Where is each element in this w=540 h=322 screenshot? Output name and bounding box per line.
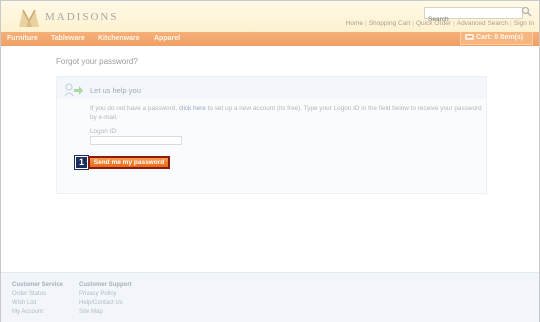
help-text-before: If you do not have a password,: [90, 105, 179, 112]
my-account-link[interactable]: My Account: [12, 308, 63, 317]
footer-heading: Customer Service: [12, 282, 64, 288]
madisons-logo-icon[interactable]: [17, 7, 45, 29]
help-text: If you do not have a password, click her…: [90, 104, 482, 122]
page-title: Forgot your password?: [56, 57, 138, 66]
logon-id-input[interactable]: [90, 136, 182, 145]
nav-item-kitchenware[interactable]: Kitchenware: [98, 35, 140, 42]
help-title: Let us help you: [90, 86, 141, 95]
help-contact-link[interactable]: Help/Contact Us: [79, 299, 132, 308]
cart-label: Cart: 0 Item(s): [476, 34, 524, 41]
cart-button[interactable]: Cart: 0 Item(s): [460, 32, 533, 45]
advanced-search-link[interactable]: Advanced Search: [457, 20, 508, 27]
create-account-link[interactable]: click here: [179, 105, 206, 112]
cart-icon: [465, 34, 474, 40]
home-link[interactable]: Home: [346, 20, 363, 27]
logon-id-label: Logon ID:: [90, 128, 118, 135]
separator: |: [453, 20, 455, 27]
user-arrow-icon: [64, 83, 83, 97]
step-badge: 1: [74, 155, 89, 170]
nav-item-apparel[interactable]: Apparel: [154, 35, 180, 42]
utility-links: Home | Shopping Cart | Quick Order | Advanced …: [346, 20, 534, 27]
footer-customer-service: Customer Service Order Status Wish List …: [12, 281, 63, 317]
separator: |: [365, 20, 367, 27]
order-status-link[interactable]: Order Status: [12, 290, 63, 299]
separator: |: [510, 20, 512, 27]
browser-page: MADISONS Home|Shopping Cart|Quick Order|…: [0, 0, 540, 322]
footer-customer-support: Customer Support Privacy Policy Help/Con…: [79, 281, 132, 317]
site-header: MADISONS Home|Shopping Cart|Quick Order|…: [1, 1, 539, 32]
help-panel-header: Let us help you: [57, 77, 486, 99]
site-map-link[interactable]: Site Map: [79, 308, 132, 317]
search-box: [424, 7, 523, 25]
site-footer: Customer Service Order Status Wish List …: [1, 272, 539, 322]
sign-in-link[interactable]: Sign In: [514, 20, 534, 27]
shopping-cart-link[interactable]: Shopping Cart: [369, 20, 411, 27]
search-icon[interactable]: [521, 6, 532, 17]
footer-heading: Customer Support: [79, 282, 132, 288]
category-nav: Furniture Tableware Kitchenware Apparel: [1, 32, 539, 46]
send-password-button[interactable]: Send me my password: [88, 156, 170, 169]
help-panel: Let us help you If you do not have a pas…: [56, 76, 487, 194]
privacy-policy-link[interactable]: Privacy Policy: [79, 290, 132, 299]
logo-text[interactable]: MADISONS: [45, 11, 118, 23]
separator: |: [412, 20, 414, 27]
quick-order-link[interactable]: Quick Order: [416, 20, 451, 27]
nav-item-tableware[interactable]: Tableware: [51, 35, 85, 42]
wish-list-link[interactable]: Wish List: [12, 299, 63, 308]
nav-item-furniture[interactable]: Furniture: [7, 35, 38, 42]
